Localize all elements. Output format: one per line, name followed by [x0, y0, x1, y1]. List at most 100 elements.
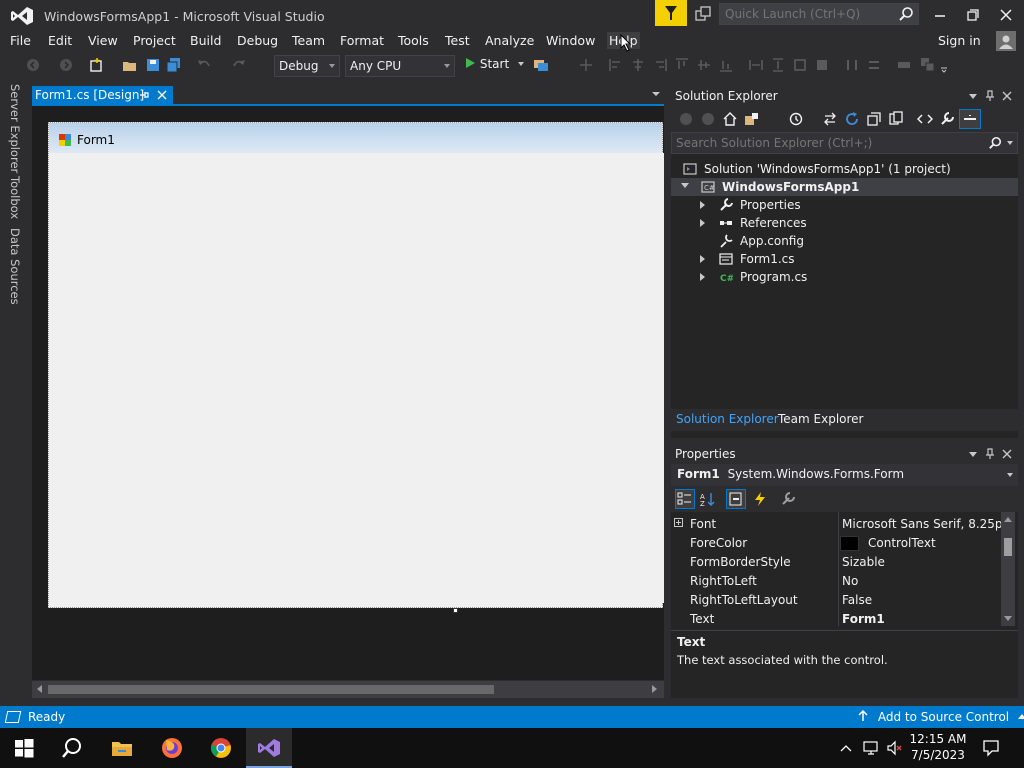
properties-vertical-scrollbar[interactable]: [1001, 512, 1015, 626]
save-icon[interactable]: [145, 57, 161, 73]
size-to-grid-icon[interactable]: [814, 57, 830, 73]
toolbar-options-icon[interactable]: [940, 57, 948, 73]
home-icon[interactable]: [722, 111, 738, 127]
make-same-width-icon[interactable]: [748, 57, 764, 73]
volume-muted-icon[interactable]: [886, 740, 904, 756]
expand-chevron-icon[interactable]: [700, 273, 705, 281]
menu-team[interactable]: Team: [290, 32, 327, 49]
close-tab-icon[interactable]: [157, 90, 167, 100]
collapse-chevron-icon[interactable]: [681, 183, 689, 188]
panel-options-chevron-icon[interactable]: [967, 90, 979, 102]
action-center-icon[interactable]: [982, 739, 1000, 757]
menu-tools[interactable]: Tools: [396, 32, 431, 49]
layout-tool-icon[interactable]: [578, 57, 594, 73]
add-to-source-control-button[interactable]: Add to Source Control: [858, 709, 1024, 724]
windows-start-icon[interactable]: [12, 736, 36, 760]
solution-search-input[interactable]: [672, 133, 972, 153]
pin-icon[interactable]: [139, 90, 149, 100]
menu-build[interactable]: Build: [188, 32, 223, 49]
scrollbar-thumb[interactable]: [1004, 538, 1012, 556]
property-row-righttoleft[interactable]: RightToLeft No: [671, 572, 1001, 591]
side-tab-data-sources[interactable]: Data Sources: [8, 228, 22, 305]
align-centers-icon[interactable]: [630, 57, 646, 73]
close-panel-icon[interactable]: [1001, 448, 1013, 460]
property-row-font[interactable]: Font Microsoft Sans Serif, 8.25pt: [671, 515, 1007, 534]
pin-icon[interactable]: [984, 448, 996, 460]
refresh-icon[interactable]: [844, 111, 860, 127]
back-icon[interactable]: [678, 111, 694, 127]
align-rights-icon[interactable]: [652, 57, 668, 73]
menu-debug[interactable]: Debug: [235, 32, 280, 49]
chrome-icon[interactable]: [209, 736, 233, 760]
tree-item-solution[interactable]: Solution 'WindowsFormsApp1' (1 project): [671, 160, 1018, 178]
restore-icon[interactable]: [959, 4, 987, 26]
undo-icon[interactable]: [196, 57, 212, 73]
alphabetical-icon[interactable]: AZ: [700, 491, 716, 507]
taskbar-visual-studio-button[interactable]: [246, 728, 292, 768]
redo-icon[interactable]: [231, 57, 247, 73]
scroll-up-icon[interactable]: [1004, 517, 1012, 522]
file-explorer-icon[interactable]: [110, 736, 134, 760]
expand-plus-icon[interactable]: [674, 518, 683, 527]
menu-format[interactable]: Format: [338, 32, 386, 49]
start-debugging-button[interactable]: Start: [464, 57, 524, 77]
align-lefts-icon[interactable]: [608, 57, 624, 73]
side-tab-server-explorer[interactable]: Server Explorer: [8, 84, 22, 173]
menu-edit[interactable]: Edit: [46, 32, 74, 49]
properties-view-button[interactable]: [726, 489, 746, 509]
show-all-files-icon[interactable]: [888, 111, 904, 127]
side-tab-toolbox[interactable]: Toolbox: [8, 176, 22, 219]
preview-selected-items-button[interactable]: [959, 109, 981, 129]
scroll-down-icon[interactable]: [1004, 616, 1012, 621]
view-code-icon[interactable]: [917, 111, 933, 127]
sync-with-document-icon[interactable]: [822, 111, 838, 127]
navigate-back-icon[interactable]: [25, 57, 41, 73]
switch-views-icon[interactable]: [744, 111, 760, 127]
feedback-icon[interactable]: [693, 4, 713, 24]
tab-form1-design[interactable]: Form1.cs [Design]: [32, 86, 173, 106]
align-middles-icon[interactable]: [696, 57, 712, 73]
tab-team-explorer[interactable]: Team Explorer: [778, 412, 864, 426]
center-horizontally-icon[interactable]: [896, 57, 912, 73]
panel-options-chevron-icon[interactable]: [967, 448, 979, 460]
object-selector-dropdown[interactable]: Form1 System.Windows.Forms.Form: [671, 464, 1018, 486]
tree-item-form1-cs[interactable]: Form1.cs: [671, 250, 1018, 268]
show-hidden-icons-chevron-icon[interactable]: [840, 743, 852, 753]
tree-item-app-config[interactable]: App.config: [671, 232, 1018, 250]
vertical-spacing-icon[interactable]: [866, 57, 882, 73]
navigate-forward-icon[interactable]: [58, 57, 74, 73]
property-row-formborderstyle[interactable]: FormBorderStyle Sizable: [671, 553, 1001, 572]
menu-view[interactable]: View: [86, 32, 120, 49]
form-client-area[interactable]: [55, 153, 664, 603]
menu-window[interactable]: Window: [544, 32, 597, 49]
network-icon[interactable]: [862, 740, 880, 756]
scroll-left-icon[interactable]: [37, 685, 42, 693]
expand-chevron-icon[interactable]: [700, 255, 705, 263]
solution-platform-dropdown[interactable]: Any CPU: [345, 55, 455, 77]
account-avatar[interactable]: [996, 31, 1016, 51]
expand-chevron-icon[interactable]: [700, 219, 705, 227]
scrollbar-thumb[interactable]: [48, 685, 494, 694]
browser-link-icon[interactable]: [533, 57, 549, 73]
taskbar-clock[interactable]: 12:15 AM 7/5/2023: [906, 731, 970, 763]
tree-item-properties[interactable]: Properties: [671, 196, 1018, 214]
form-resize-grip[interactable]: [453, 608, 458, 613]
form1-design-window[interactable]: Form1: [48, 122, 664, 608]
minimize-icon[interactable]: [926, 4, 954, 26]
property-row-forecolor[interactable]: ForeColor ControlText: [671, 534, 1001, 553]
firefox-icon[interactable]: [160, 736, 184, 760]
search-options-chevron-icon[interactable]: [1007, 141, 1013, 145]
search-icon[interactable]: [988, 136, 1002, 150]
scroll-right-icon[interactable]: [652, 685, 657, 693]
open-folder-icon[interactable]: [122, 57, 138, 73]
close-panel-icon[interactable]: [1001, 90, 1013, 102]
pin-icon[interactable]: [984, 90, 996, 102]
quick-launch-input[interactable]: [720, 4, 890, 24]
document-list-chevron-icon[interactable]: [652, 92, 660, 96]
make-same-height-icon[interactable]: [770, 57, 786, 73]
search-icon[interactable]: [60, 736, 84, 760]
property-pages-wrench-icon[interactable]: [780, 491, 796, 507]
save-all-icon[interactable]: [166, 57, 182, 73]
search-icon[interactable]: [898, 6, 914, 22]
pending-changes-filter-icon[interactable]: [788, 111, 804, 127]
